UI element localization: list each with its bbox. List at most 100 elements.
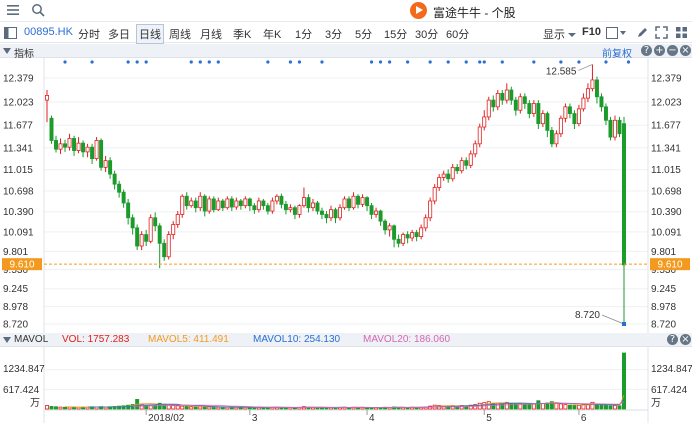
volume-bar [554, 402, 559, 410]
tab-period-quarterly[interactable]: 季K [233, 26, 251, 42]
signal-dot [500, 60, 504, 64]
candle-body [288, 207, 293, 211]
vol-legend: VOL: 1757.283 [62, 334, 130, 345]
close-indicator-icon[interactable]: × [680, 45, 691, 56]
menu-icon[interactable] [6, 3, 20, 17]
candle-body [518, 96, 523, 111]
tab-period-1min[interactable]: 1分 [295, 26, 312, 42]
candle-body [423, 217, 428, 229]
candle-body [112, 173, 117, 185]
volume-tick-right-1: 617.424 [651, 385, 688, 396]
volume-bar [536, 400, 541, 410]
expand-icon[interactable] [655, 26, 668, 39]
volume-unit-left: 万 [30, 398, 40, 409]
volume-bar [572, 405, 577, 410]
candle-body [63, 143, 68, 148]
candle-body [513, 99, 518, 111]
app-logo [410, 2, 427, 19]
signal-dot [369, 60, 374, 64]
stock-code[interactable]: 00895.HK [24, 26, 73, 38]
price-grid [43, 58, 649, 333]
help-icon[interactable]: ? [667, 334, 678, 345]
search-icon[interactable] [31, 3, 45, 17]
candle-body [76, 142, 81, 151]
chevron-down-icon [568, 33, 577, 37]
tab-period-daily[interactable]: 日线 [136, 24, 164, 44]
volume-chart[interactable]: 1234.847 617.424 万 1234.847 617.424 万 20… [0, 347, 692, 423]
collapse-triangle-icon[interactable] [3, 337, 11, 343]
help-icon[interactable]: ? [641, 45, 652, 56]
price-tick-label: 12.023 [3, 97, 34, 108]
candle-body [491, 99, 496, 108]
signal-dot [189, 60, 193, 64]
tab-period-3min[interactable]: 3分 [325, 26, 342, 42]
candle-body [283, 203, 288, 211]
candle-body [108, 160, 113, 175]
signal-dot [464, 60, 468, 64]
candle-body [428, 200, 433, 219]
price-tick-label: 11.015 [3, 165, 33, 176]
price-tick-label: 10.698 [3, 187, 34, 198]
f10-button[interactable]: F10 [582, 26, 601, 38]
tab-period-15min[interactable]: 15分 [384, 26, 407, 42]
high-annotation-label: 12.585 [546, 66, 577, 77]
remove-indicator-icon[interactable]: − [667, 45, 678, 56]
candle-body [531, 103, 536, 114]
tab-period-multiday[interactable]: 多日 [108, 26, 130, 42]
candle-body [256, 200, 261, 211]
price-tick-label: 12.023 [651, 97, 682, 108]
volume-bar [175, 405, 180, 410]
volume-bar [184, 406, 189, 410]
tab-period-weekly[interactable]: 周线 [169, 26, 191, 42]
window-title: 富途牛牛 - 个股 [433, 6, 516, 20]
candle-body [202, 195, 207, 212]
signal-dot [604, 60, 608, 64]
candle-body [301, 197, 306, 207]
candle-body [522, 96, 527, 104]
tab-period-monthly[interactable]: 月线 [200, 26, 222, 42]
pencil-icon[interactable] [636, 26, 648, 39]
sidebar-toggle-icon[interactable] [4, 27, 17, 39]
tab-period-yearly[interactable]: 年K [263, 26, 281, 42]
candle-body [148, 217, 153, 242]
checkbox-dropdown-icon[interactable] [606, 26, 628, 40]
candle-body [342, 198, 347, 209]
candle-body [617, 119, 622, 135]
tab-period-5min[interactable]: 5分 [355, 26, 372, 42]
candle-body [369, 205, 374, 215]
candle-body [495, 92, 500, 108]
collapse-triangle-icon[interactable] [3, 48, 11, 54]
candle-body [126, 202, 131, 219]
candle-body [139, 234, 144, 247]
indicator-header: 指标 前复权 ? + − × [0, 44, 692, 60]
price-tick-label: 8.720 [651, 320, 676, 331]
add-indicator-icon[interactable]: + [654, 45, 665, 56]
grid-layout-icon[interactable] [675, 26, 688, 39]
tab-period-minute[interactable]: 分时 [78, 26, 100, 42]
display-dropdown[interactable]: 显示 [543, 26, 577, 42]
volume-bar [193, 406, 198, 410]
tab-period-60min[interactable]: 60分 [446, 26, 469, 42]
candle-body [558, 117, 563, 135]
volume-bar [148, 404, 153, 410]
candle-body [455, 166, 460, 172]
tab-period-30min[interactable]: 30分 [415, 26, 438, 42]
candle-body [193, 200, 198, 209]
price-tick-label: 10.091 [651, 227, 682, 238]
volume-tick-left-0: 1234.847 [3, 364, 45, 375]
candle-body [175, 214, 180, 225]
signal-dot [126, 60, 130, 64]
price-tick-label: 12.379 [3, 74, 34, 85]
candle-body [477, 126, 482, 145]
price-tick-label: 10.390 [3, 207, 34, 218]
candle-body [72, 138, 77, 151]
volume-bar [63, 406, 68, 410]
price-chart[interactable]: 12.379 12.023 11.677 11.341 11.015 10.698 10.3… [0, 58, 692, 333]
signal-dot [482, 60, 486, 64]
price-tick-label: 10.390 [651, 207, 682, 218]
signal-dot [135, 60, 139, 64]
volume-indicator-label[interactable]: MAVOL [14, 334, 48, 345]
signal-dot [387, 60, 392, 64]
close-volume-icon[interactable]: × [680, 334, 691, 345]
candle-body [310, 202, 315, 209]
